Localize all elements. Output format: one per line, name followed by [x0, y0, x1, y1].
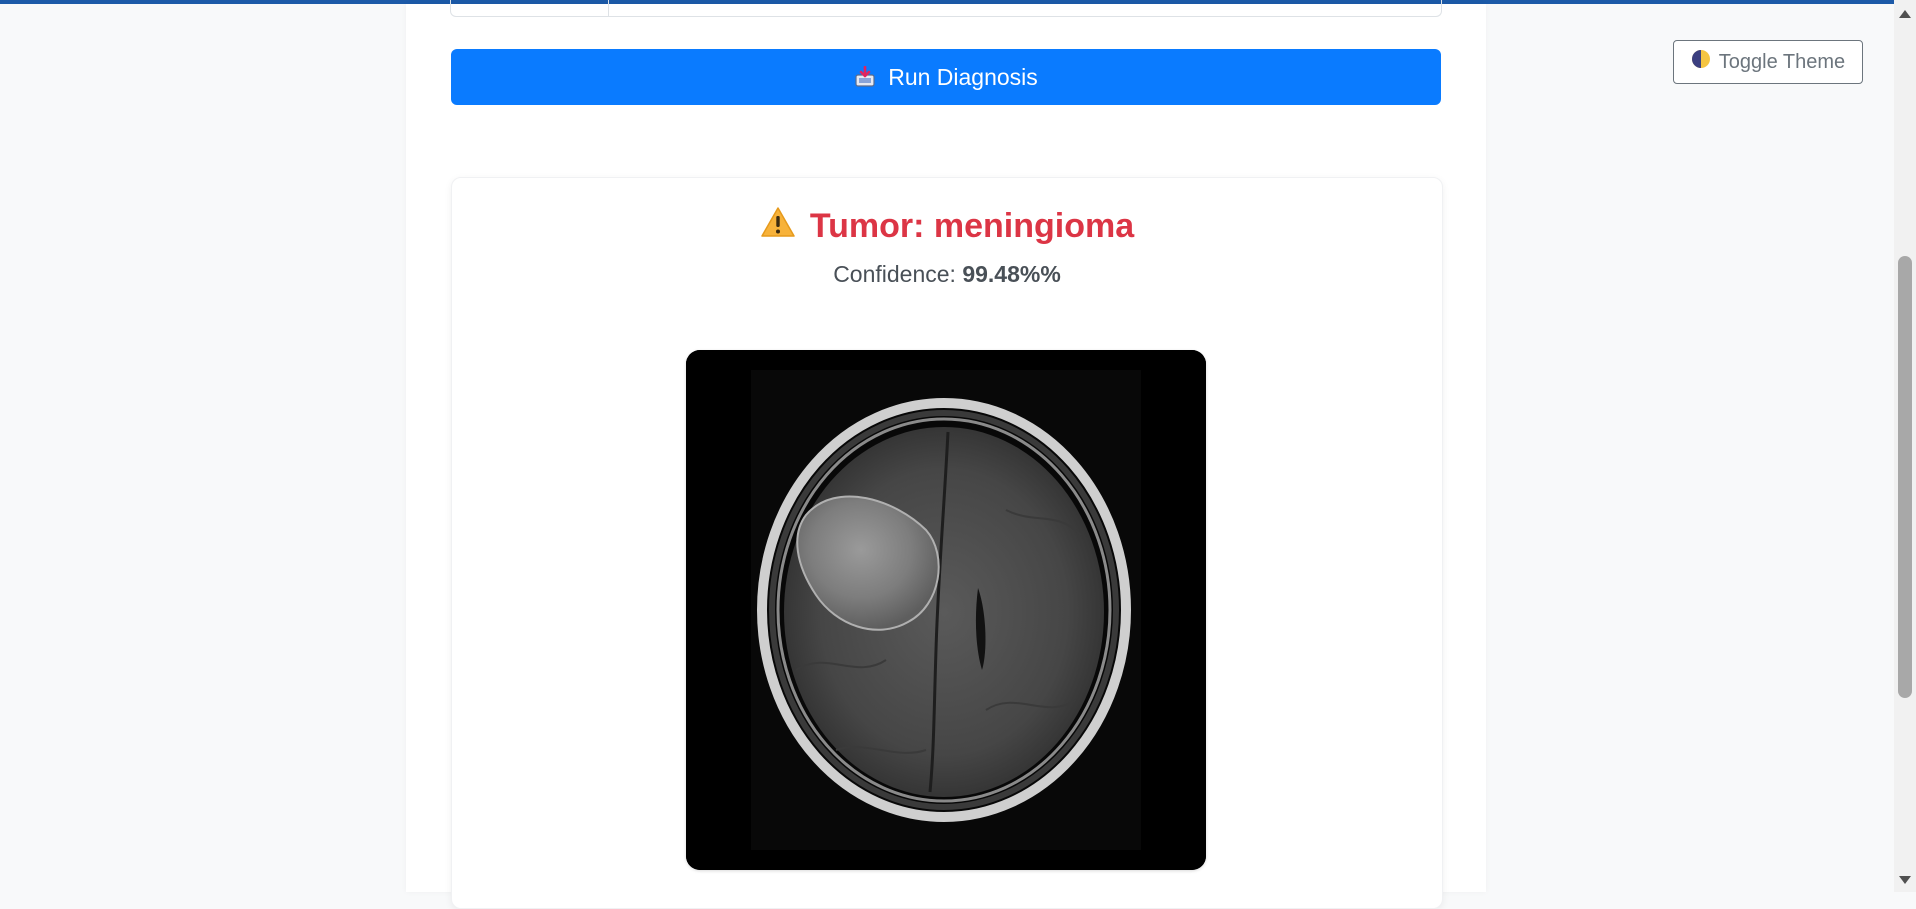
- diagnosis-result-text: Tumor: meningioma: [809, 207, 1135, 245]
- inbox-tray-icon: [854, 66, 876, 88]
- toggle-theme-label: Toggle Theme: [1718, 50, 1846, 73]
- brain-mri-illustration: [686, 350, 1206, 870]
- vertical-scrollbar[interactable]: [1894, 0, 1916, 892]
- file-input-bottom-edge[interactable]: [450, 0, 1442, 17]
- scroll-down-icon[interactable]: [1899, 876, 1911, 884]
- run-diagnosis-label: Run Diagnosis: [888, 63, 1038, 90]
- scroll-up-icon[interactable]: [1899, 10, 1911, 18]
- main-container: Run Diagnosis Tumor: meningioma Confiden…: [406, 0, 1486, 909]
- confidence-line: Confidence: 99.48%%: [452, 261, 1442, 288]
- scrollbar-thumb[interactable]: [1898, 256, 1912, 698]
- page: Run Diagnosis Tumor: meningioma Confiden…: [0, 0, 1894, 909]
- toggle-theme-button[interactable]: Toggle Theme: [1673, 40, 1863, 84]
- mri-scan-image: [686, 350, 1206, 870]
- half-moon-icon: [1691, 49, 1711, 75]
- file-input-divider: [608, 0, 609, 16]
- result-title: Tumor: meningioma: [452, 206, 1442, 247]
- confidence-label: Confidence:: [833, 261, 956, 287]
- result-card: Tumor: meningioma Confidence: 99.48%%: [451, 177, 1443, 909]
- run-diagnosis-button[interactable]: Run Diagnosis: [451, 49, 1441, 105]
- warning-icon: [760, 206, 796, 247]
- confidence-value: 99.48%%: [962, 261, 1061, 287]
